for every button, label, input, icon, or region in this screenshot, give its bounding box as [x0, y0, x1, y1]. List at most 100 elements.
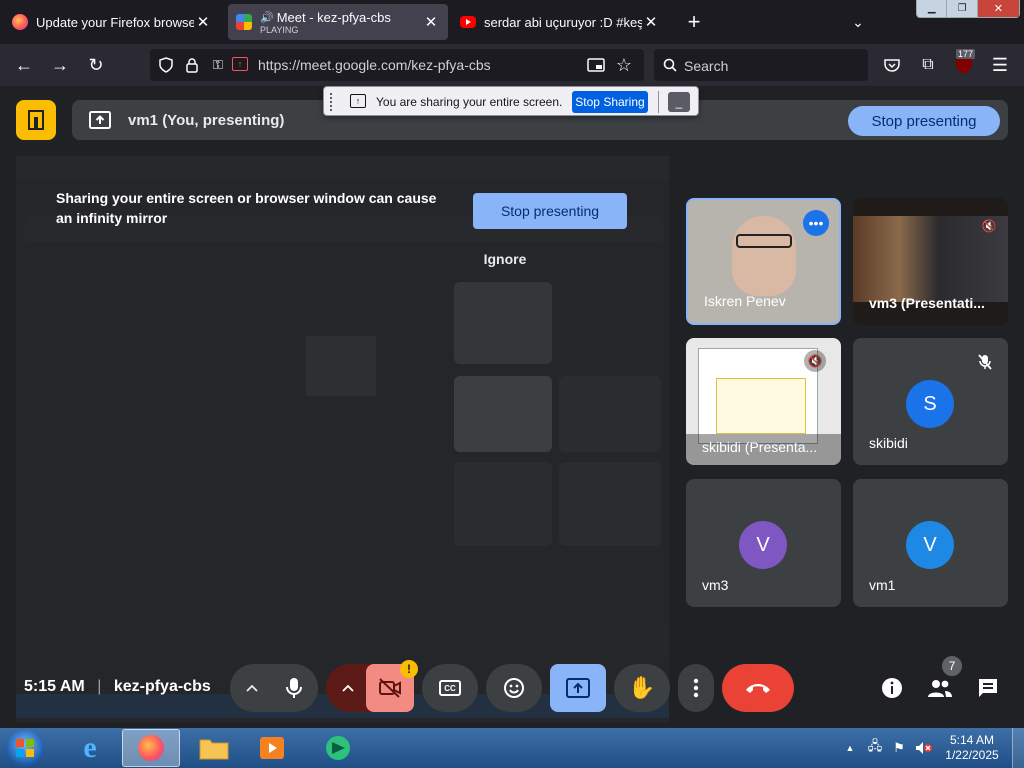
minimize-icon[interactable]: ▁: [917, 0, 946, 17]
participant-name: vm3 (Presentati...: [869, 295, 985, 311]
tab-youtube[interactable]: serdar abi uçuruyor :D #keşfet ✕: [452, 4, 668, 40]
participant-tile[interactable]: V vm3: [686, 479, 841, 607]
hamburger-menu-icon[interactable]: ☰: [988, 53, 1012, 77]
camera-control: !: [326, 660, 418, 712]
meet-icon: [236, 14, 252, 30]
people-icon: [928, 680, 952, 697]
picture-in-picture-icon[interactable]: [586, 55, 606, 75]
explorer-taskbar-icon[interactable]: [192, 730, 236, 766]
raise-hand-button[interactable]: ✋: [614, 664, 670, 712]
system-clock[interactable]: 5:14 AM 1/22/2025: [940, 733, 1004, 763]
green-app-icon: [326, 736, 350, 760]
muted-mic-icon: 🔇: [804, 350, 826, 372]
participant-tile[interactable]: ••• Iskren Penev: [686, 198, 841, 325]
lock-icon[interactable]: [182, 55, 202, 75]
camera-options-chevron-icon[interactable]: [336, 676, 360, 700]
tab-bar: Update your Firefox browser ✕ 🔊 Meet - k…: [0, 0, 1024, 44]
list-all-tabs-icon[interactable]: ⌄: [846, 10, 870, 34]
reactions-button[interactable]: [486, 664, 542, 712]
meeting-code: kez-pfya-cbs: [113, 678, 211, 695]
volume-muted-icon[interactable]: [914, 738, 934, 758]
closed-captions-icon: CC: [439, 680, 461, 696]
avatar: V: [739, 521, 787, 569]
network-icon[interactable]: 🖧: [866, 738, 884, 758]
navigation-toolbar: ← → ↻ ⚿ ↑ https://meet.google.com/kez-pf…: [0, 44, 1024, 86]
emoji-icon: [504, 678, 524, 698]
folder-icon: [199, 739, 229, 760]
participant-name: skibidi (Presenta...: [702, 439, 818, 455]
muted-mic-icon: 🔇: [981, 219, 997, 233]
participant-tile[interactable]: S skibidi: [853, 338, 1008, 465]
warning-badge: !: [400, 660, 418, 678]
app-taskbar-icon[interactable]: [316, 730, 360, 766]
mic-options-chevron-icon[interactable]: [240, 676, 264, 700]
participant-screen-window: [716, 378, 806, 434]
bookmark-star-icon[interactable]: ☆: [614, 55, 634, 75]
close-tab-icon[interactable]: ✕: [422, 13, 440, 31]
stop-presenting-button[interactable]: Stop presenting: [848, 106, 1000, 136]
warning-stop-presenting-button[interactable]: Stop presenting: [473, 193, 627, 229]
extension-badge: 177: [956, 49, 976, 59]
tab-firefox-update[interactable]: Update your Firefox browser ✕: [4, 4, 220, 40]
microphone-button[interactable]: [270, 664, 318, 712]
present-screen-icon: [566, 678, 590, 698]
present-screen-icon: [88, 108, 112, 132]
present-now-button[interactable]: [550, 664, 606, 712]
screen-sharing-indicator-icon[interactable]: ↑: [232, 57, 248, 71]
search-bar[interactable]: Search: [654, 49, 868, 81]
start-button[interactable]: [6, 730, 44, 766]
internet-explorer-taskbar-icon[interactable]: e: [70, 730, 110, 766]
show-hidden-icons[interactable]: ▲: [843, 740, 857, 756]
show-desktop-button[interactable]: [1012, 728, 1024, 768]
close-window-icon[interactable]: ✕: [976, 0, 1019, 17]
hang-up-icon: [746, 684, 770, 693]
close-tab-icon[interactable]: ✕: [642, 13, 660, 31]
muted-mic-icon: [975, 352, 995, 372]
leave-call-button[interactable]: [722, 664, 794, 712]
url-bar[interactable]: ⚿ ↑ https://meet.google.com/kez-pfya-cbs…: [150, 49, 644, 81]
clock-date: 1/22/2025: [945, 748, 999, 762]
screen-sharing-notification: ↑ You are sharing your entire screen. St…: [323, 86, 699, 116]
media-player-taskbar-icon[interactable]: [250, 730, 294, 766]
close-tab-icon[interactable]: ✕: [194, 13, 212, 31]
chat-button[interactable]: [974, 674, 1002, 702]
permissions-icon[interactable]: ⚿: [208, 55, 228, 75]
microphone-control: [230, 664, 318, 712]
ublock-icon[interactable]: 177: [952, 49, 976, 77]
drag-handle[interactable]: [330, 93, 334, 111]
extensions-icon[interactable]: ⧉: [916, 53, 940, 77]
url-text[interactable]: https://meet.google.com/kez-pfya-cbs: [258, 57, 491, 73]
meeting-time: 5:15 AM: [24, 678, 85, 695]
participant-tile[interactable]: V vm1: [853, 479, 1008, 607]
participant-name: vm1: [869, 577, 896, 593]
participant-tile[interactable]: 🔇 skibidi (Presenta...: [686, 338, 841, 465]
info-icon: [882, 678, 902, 698]
new-tab-icon[interactable]: +: [682, 9, 706, 34]
action-center-flag-icon[interactable]: ⚑: [890, 738, 908, 758]
meet-window: vm1 (You, presenting) Stop presenting Sh…: [0, 86, 1024, 728]
pocket-icon[interactable]: [880, 53, 904, 77]
people-button[interactable]: [924, 674, 956, 702]
share-screen-icon: ↑: [350, 94, 366, 108]
tab-meet[interactable]: 🔊 Meet - kez-pfya-cbs PLAYING ✕: [228, 4, 448, 40]
reload-icon[interactable]: ↻: [84, 53, 108, 77]
participant-tile[interactable]: 🔇 vm3 (Presentati...: [853, 198, 1008, 325]
shield-icon[interactable]: [156, 55, 176, 75]
speaker-icon[interactable]: 🔊: [260, 11, 274, 24]
tab-title: serdar abi uçuruyor :D #keşfet: [484, 14, 642, 30]
minimize-sharing-bar-button[interactable]: _: [668, 92, 690, 112]
back-icon[interactable]: ←: [12, 53, 36, 77]
captions-button[interactable]: CC: [422, 664, 478, 712]
more-options-icon[interactable]: •••: [803, 210, 829, 236]
participant-name: skibidi: [869, 435, 908, 451]
ignore-button[interactable]: Ignore: [473, 244, 537, 274]
meeting-details-button[interactable]: [878, 674, 906, 702]
stop-sharing-button[interactable]: Stop Sharing: [572, 91, 648, 113]
search-icon: [660, 55, 680, 75]
more-options-button[interactable]: [678, 664, 714, 712]
tab-playing-label: PLAYING: [260, 24, 299, 35]
firefox-taskbar-button[interactable]: [122, 729, 180, 767]
restore-icon[interactable]: ❐: [946, 0, 976, 17]
sharing-message: You are sharing your entire screen.: [376, 95, 563, 109]
forward-icon[interactable]: →: [48, 53, 72, 77]
